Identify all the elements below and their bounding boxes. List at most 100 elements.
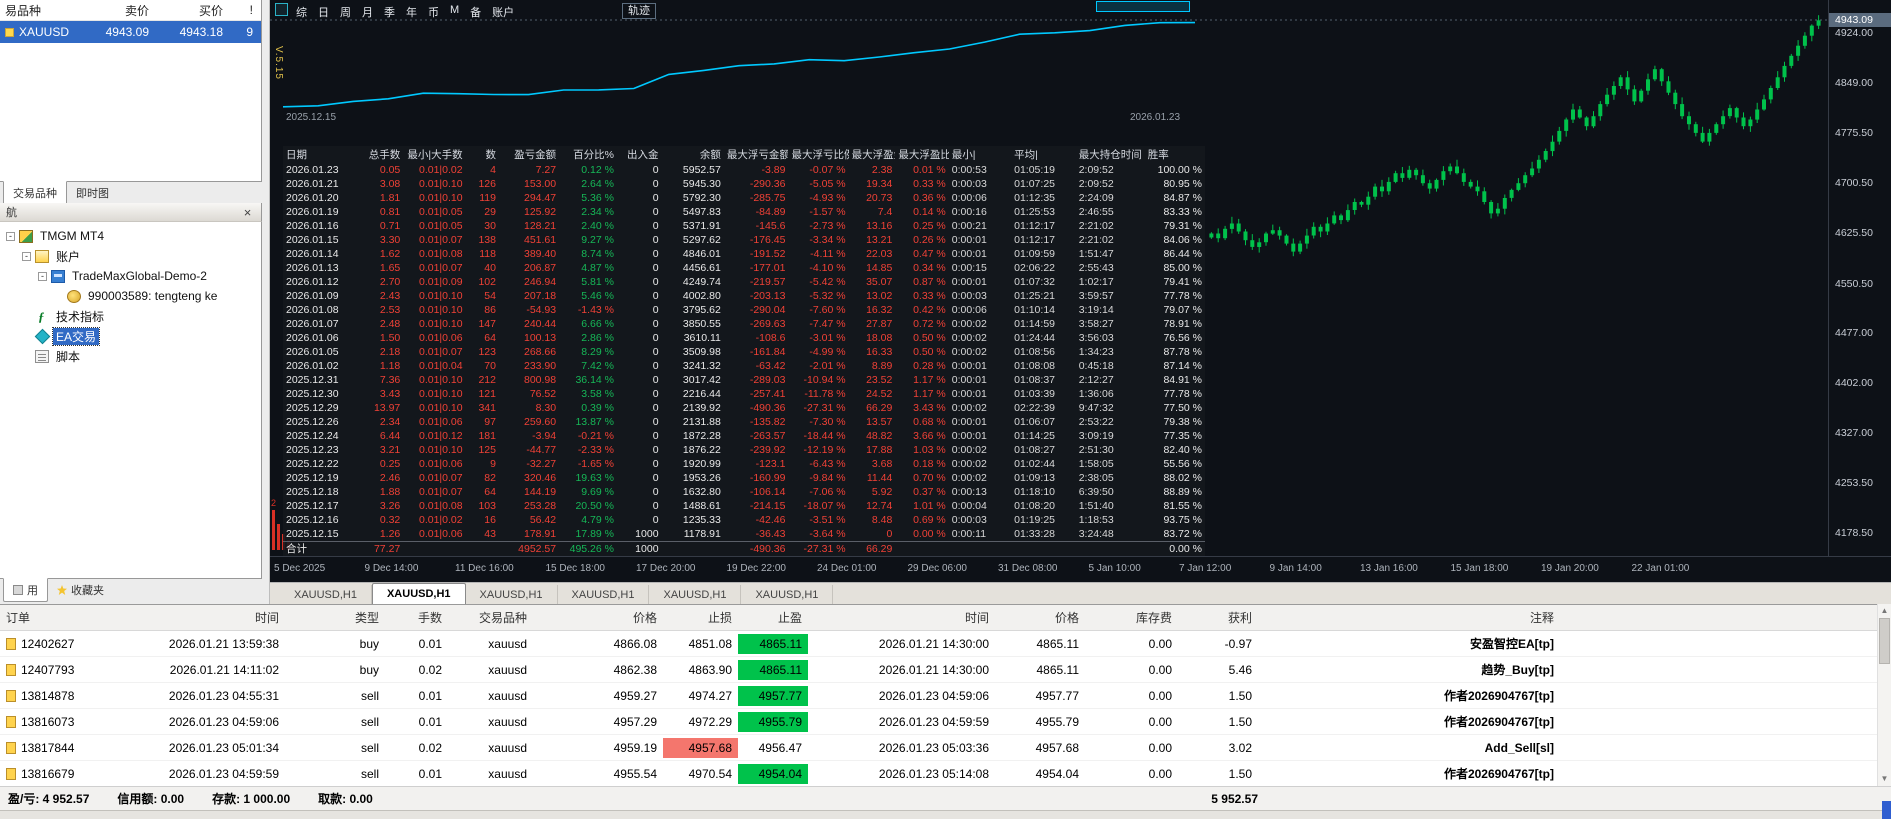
ea-toolbar-button[interactable]: M: [450, 4, 459, 20]
order-row[interactable]: 138160732026.01.23 04:59:06sell0.01xauus…: [0, 709, 1891, 735]
order-row[interactable]: 138148782026.01.23 04:55:31sell0.01xauus…: [0, 683, 1891, 709]
terminal-column-header[interactable]: 价格: [995, 609, 1085, 626]
stats-cell: 0.12 %: [559, 163, 617, 177]
ea-toolbar-button[interactable]: 综: [296, 4, 307, 20]
chart-area[interactable]: 2 综日周月季年币M备账户 轨迹 V.5.15 2025.12.15 2026.…: [270, 0, 1891, 582]
navigator-item-scripts[interactable]: 脚本: [0, 346, 261, 366]
ea-toolbar-button[interactable]: 账户: [492, 4, 514, 20]
navigator-item-indicators[interactable]: 技术指标: [0, 306, 261, 326]
take-profit: 4955.79: [738, 712, 808, 732]
terminal-column-header[interactable]: 止盈: [738, 609, 808, 626]
stats-cell: 0: [617, 401, 662, 415]
ea-toolbar-button[interactable]: 日: [318, 4, 329, 20]
order-row[interactable]: 124077932026.01.21 14:11:02buy0.02xauusd…: [0, 657, 1891, 683]
stats-cell: 1:51:40: [1076, 499, 1145, 513]
chart-tabs-bar: XAUUSD,H1XAUUSD,H1XAUUSD,H1XAUUSD,H1XAUU…: [270, 582, 1891, 604]
market-watch-row-xauusd[interactable]: XAUUSD 4943.09 4943.18 9: [0, 21, 261, 43]
scroll-up-icon[interactable]: ▲: [1878, 604, 1891, 618]
terminal-column-header[interactable]: 库存费: [1085, 609, 1178, 626]
symbol: xauusd: [448, 663, 533, 677]
navigator-item-expert-advisors[interactable]: EA交易: [0, 326, 261, 346]
stats-cell: 01:06:07: [1011, 415, 1076, 429]
stats-cell: 1:36:06: [1076, 387, 1145, 401]
server-icon: [51, 270, 65, 283]
tab-tick-chart[interactable]: 即时图: [67, 182, 118, 204]
order-type: sell: [285, 767, 385, 781]
expander-icon[interactable]: -: [6, 232, 15, 241]
stats-cell: 36.14 %: [559, 373, 617, 387]
ea-toolbar-button[interactable]: 币: [428, 4, 439, 20]
ea-toolbar-button[interactable]: 备: [470, 4, 481, 20]
chart-tab[interactable]: XAUUSD,H1: [649, 585, 741, 604]
spread-column-header[interactable]: !: [228, 3, 258, 17]
track-button[interactable]: 轨迹: [622, 3, 656, 19]
stats-cell: 2.34: [354, 415, 403, 429]
stats-cell: 1953.26: [662, 471, 724, 485]
stats-cell: 9:47:32: [1076, 401, 1145, 415]
bid-column-header[interactable]: 卖价: [86, 2, 154, 19]
tab-favorites[interactable]: 收藏夹: [48, 579, 113, 601]
stats-cell: 13.87 %: [559, 415, 617, 429]
tab-common[interactable]: 用: [3, 578, 48, 602]
stats-cell: 17.88: [849, 443, 896, 457]
chart-tab[interactable]: XAUUSD,H1: [741, 585, 833, 604]
scrollbar-thumb[interactable]: [1879, 618, 1890, 664]
chart-tab[interactable]: XAUUSD,H1: [466, 585, 558, 604]
order-row[interactable]: 138178442026.01.23 05:01:34sell0.02xauus…: [0, 735, 1891, 761]
tab-symbols[interactable]: 交易品种: [3, 181, 67, 205]
stats-cell: 2026.01.13: [283, 261, 354, 275]
navigator-item-accounts[interactable]: -账户: [0, 246, 261, 266]
scroll-down-icon[interactable]: ▼: [1878, 772, 1891, 786]
stop-loss: 4957.68: [663, 738, 738, 758]
stats-cell: 0.01|0.02: [403, 163, 465, 177]
stats-cell: -1.43 %: [559, 303, 617, 317]
time-axis[interactable]: 5 Dec 20259 Dec 14:0011 Dec 16:0015 Dec …: [270, 556, 1891, 582]
stats-cell: 0: [617, 303, 662, 317]
stats-cell: 3.08: [354, 177, 403, 191]
terminal-column-header[interactable]: 交易品种: [448, 609, 533, 626]
stats-cell: 1000: [617, 527, 662, 542]
stats-cell: 01:12:17: [1011, 219, 1076, 233]
symbol-column-header[interactable]: 易品种: [0, 2, 86, 19]
panel-splitter[interactable]: [262, 0, 270, 604]
order-row[interactable]: 124026272026.01.21 13:59:38buy0.01xauusd…: [0, 631, 1891, 657]
ea-panel-icon[interactable]: [275, 3, 288, 16]
ask-column-header[interactable]: 买价: [154, 2, 228, 19]
stats-cell: [1011, 542, 1076, 557]
ea-toolbar-button[interactable]: 季: [384, 4, 395, 20]
close-time: 2026.01.23 05:03:36: [808, 741, 995, 755]
open-price: 4866.08: [533, 637, 663, 651]
terminal-column-header[interactable]: 价格: [533, 609, 663, 626]
ea-toolbar-button[interactable]: 周: [340, 4, 351, 20]
stats-cell: 80.95 %: [1145, 177, 1205, 191]
terminal-column-header[interactable]: 时间: [808, 609, 995, 626]
navigator-item-login-990003589[interactable]: 990003589: tengteng ke: [0, 286, 261, 306]
stats-cell: 3.66 %: [895, 429, 948, 443]
status-bar: [0, 810, 1891, 819]
navigator-item-trademax-demo-2[interactable]: -TradeMaxGlobal-Demo-2: [0, 266, 261, 286]
expander-icon[interactable]: -: [22, 252, 31, 261]
stats-cell: 451.61: [499, 233, 559, 247]
terminal-column-header[interactable]: 时间: [95, 609, 285, 626]
price-axis[interactable]: 4943.094924.004849.004775.504700.504625.…: [1828, 0, 1891, 556]
chart-tab[interactable]: XAUUSD,H1: [280, 585, 372, 604]
terminal-column-header[interactable]: 类型: [285, 609, 385, 626]
stats-cell: -176.45: [724, 233, 789, 247]
ea-toolbar-button[interactable]: 年: [406, 4, 417, 20]
terminal-column-header[interactable]: 手数: [385, 609, 448, 626]
chart-tab[interactable]: XAUUSD,H1: [372, 583, 466, 604]
close-icon[interactable]: ×: [240, 206, 255, 219]
navigator-item-tmgm-mt4[interactable]: -TMGM MT4: [0, 226, 261, 246]
ea-toolbar-button[interactable]: 月: [362, 4, 373, 20]
terminal-column-header[interactable]: 获利: [1178, 609, 1258, 626]
stats-cell: 126: [466, 177, 499, 191]
chart-tab[interactable]: XAUUSD,H1: [558, 585, 650, 604]
stats-cell: 0: [617, 499, 662, 513]
order-row[interactable]: 138166792026.01.23 04:59:59sell0.01xauus…: [0, 761, 1891, 787]
terminal-column-header[interactable]: 注释: [1258, 609, 1560, 626]
terminal-scrollbar[interactable]: ▲ ▼: [1877, 604, 1891, 786]
stats-cell: 0.81: [354, 205, 403, 219]
terminal-column-header[interactable]: 止损: [663, 609, 738, 626]
expander-icon[interactable]: -: [38, 272, 47, 281]
terminal-column-header[interactable]: 订单: [0, 609, 95, 626]
